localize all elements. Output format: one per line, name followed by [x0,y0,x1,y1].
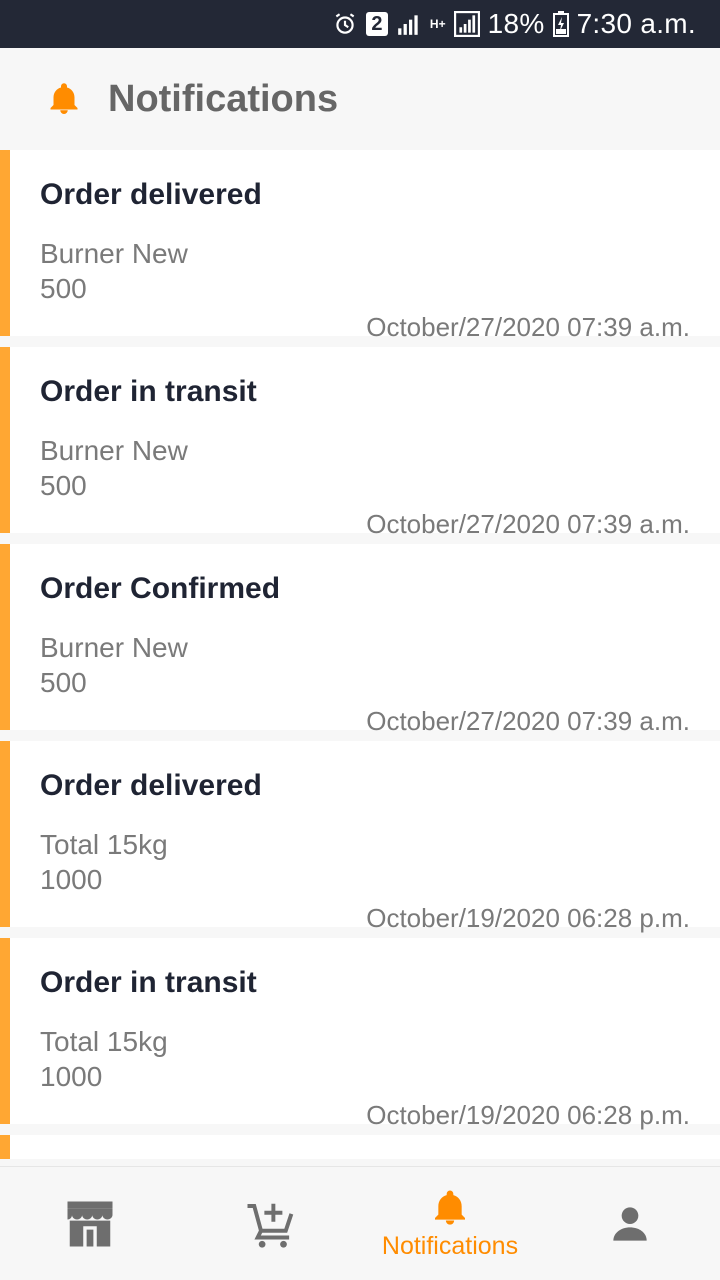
store-icon [67,1201,113,1247]
person-icon [613,1207,647,1241]
notification-list[interactable]: Order delivered Burner New 500 October/2… [0,150,720,1160]
notification-title: Order in transit [40,966,257,999]
notification-card-partial[interactable] [0,1135,720,1159]
clock: 7:30 a.m. [576,8,696,39]
notification-date: October/27/2020 07:39 a.m. [366,509,690,539]
nav-profile[interactable] [540,1167,720,1280]
bell-icon [50,83,78,114]
nav-notifications-label: Notifications [381,1231,519,1260]
notification-product: Burner New [40,238,188,269]
notification-product: Total 15kg [40,829,168,860]
nav-cart[interactable] [180,1167,360,1280]
notification-date: October/19/2020 06:28 p.m. [366,903,690,933]
notification-date: October/27/2020 07:39 a.m. [366,706,690,736]
notification-title: Order in transit [40,375,257,408]
add-cart-icon [247,1203,294,1248]
notification-card[interactable]: Order delivered Total 15kg 1000 October/… [0,741,720,933]
battery-percent: 18% [487,8,545,39]
sim-badge: 2 [365,12,388,36]
signal-icon [396,11,422,37]
notification-quantity: 500 [40,667,87,698]
status-bar: 2 H+ 18% 7:30 a.m. [0,0,720,48]
notification-title: Order Confirmed [40,572,281,605]
notification-card[interactable]: Order in transit Total 15kg 1000 October… [0,938,720,1130]
app-header: Notifications [0,48,720,150]
nav-notifications[interactable]: Notifications [360,1167,540,1280]
notification-quantity: 1000 [40,864,103,895]
alarm-icon [332,11,358,37]
notification-title: Order delivered [40,769,262,802]
bell-icon [435,1190,465,1225]
notification-card[interactable]: Order in transit Burner New 500 October/… [0,347,720,539]
page-title: Notifications [108,77,339,120]
notification-date: October/27/2020 07:39 a.m. [366,312,690,342]
notification-quantity: 500 [40,273,87,304]
notification-product: Burner New [40,632,188,663]
network-type-label: H+ [429,17,446,31]
notification-quantity: 1000 [40,1061,103,1092]
notification-product: Burner New [40,435,188,466]
notification-quantity: 500 [40,470,87,501]
notification-date: October/19/2020 06:28 p.m. [366,1100,690,1130]
bottom-nav: Notifications [0,1166,720,1280]
nav-store[interactable] [0,1167,180,1280]
notification-card[interactable]: Order delivered Burner New 500 October/2… [0,150,720,342]
notification-title: Order delivered [40,178,262,211]
battery-icon [552,11,569,37]
signal-icon-2 [453,11,480,37]
notification-card[interactable]: Order Confirmed Burner New 500 October/2… [0,544,720,736]
notification-product: Total 15kg [40,1026,168,1057]
